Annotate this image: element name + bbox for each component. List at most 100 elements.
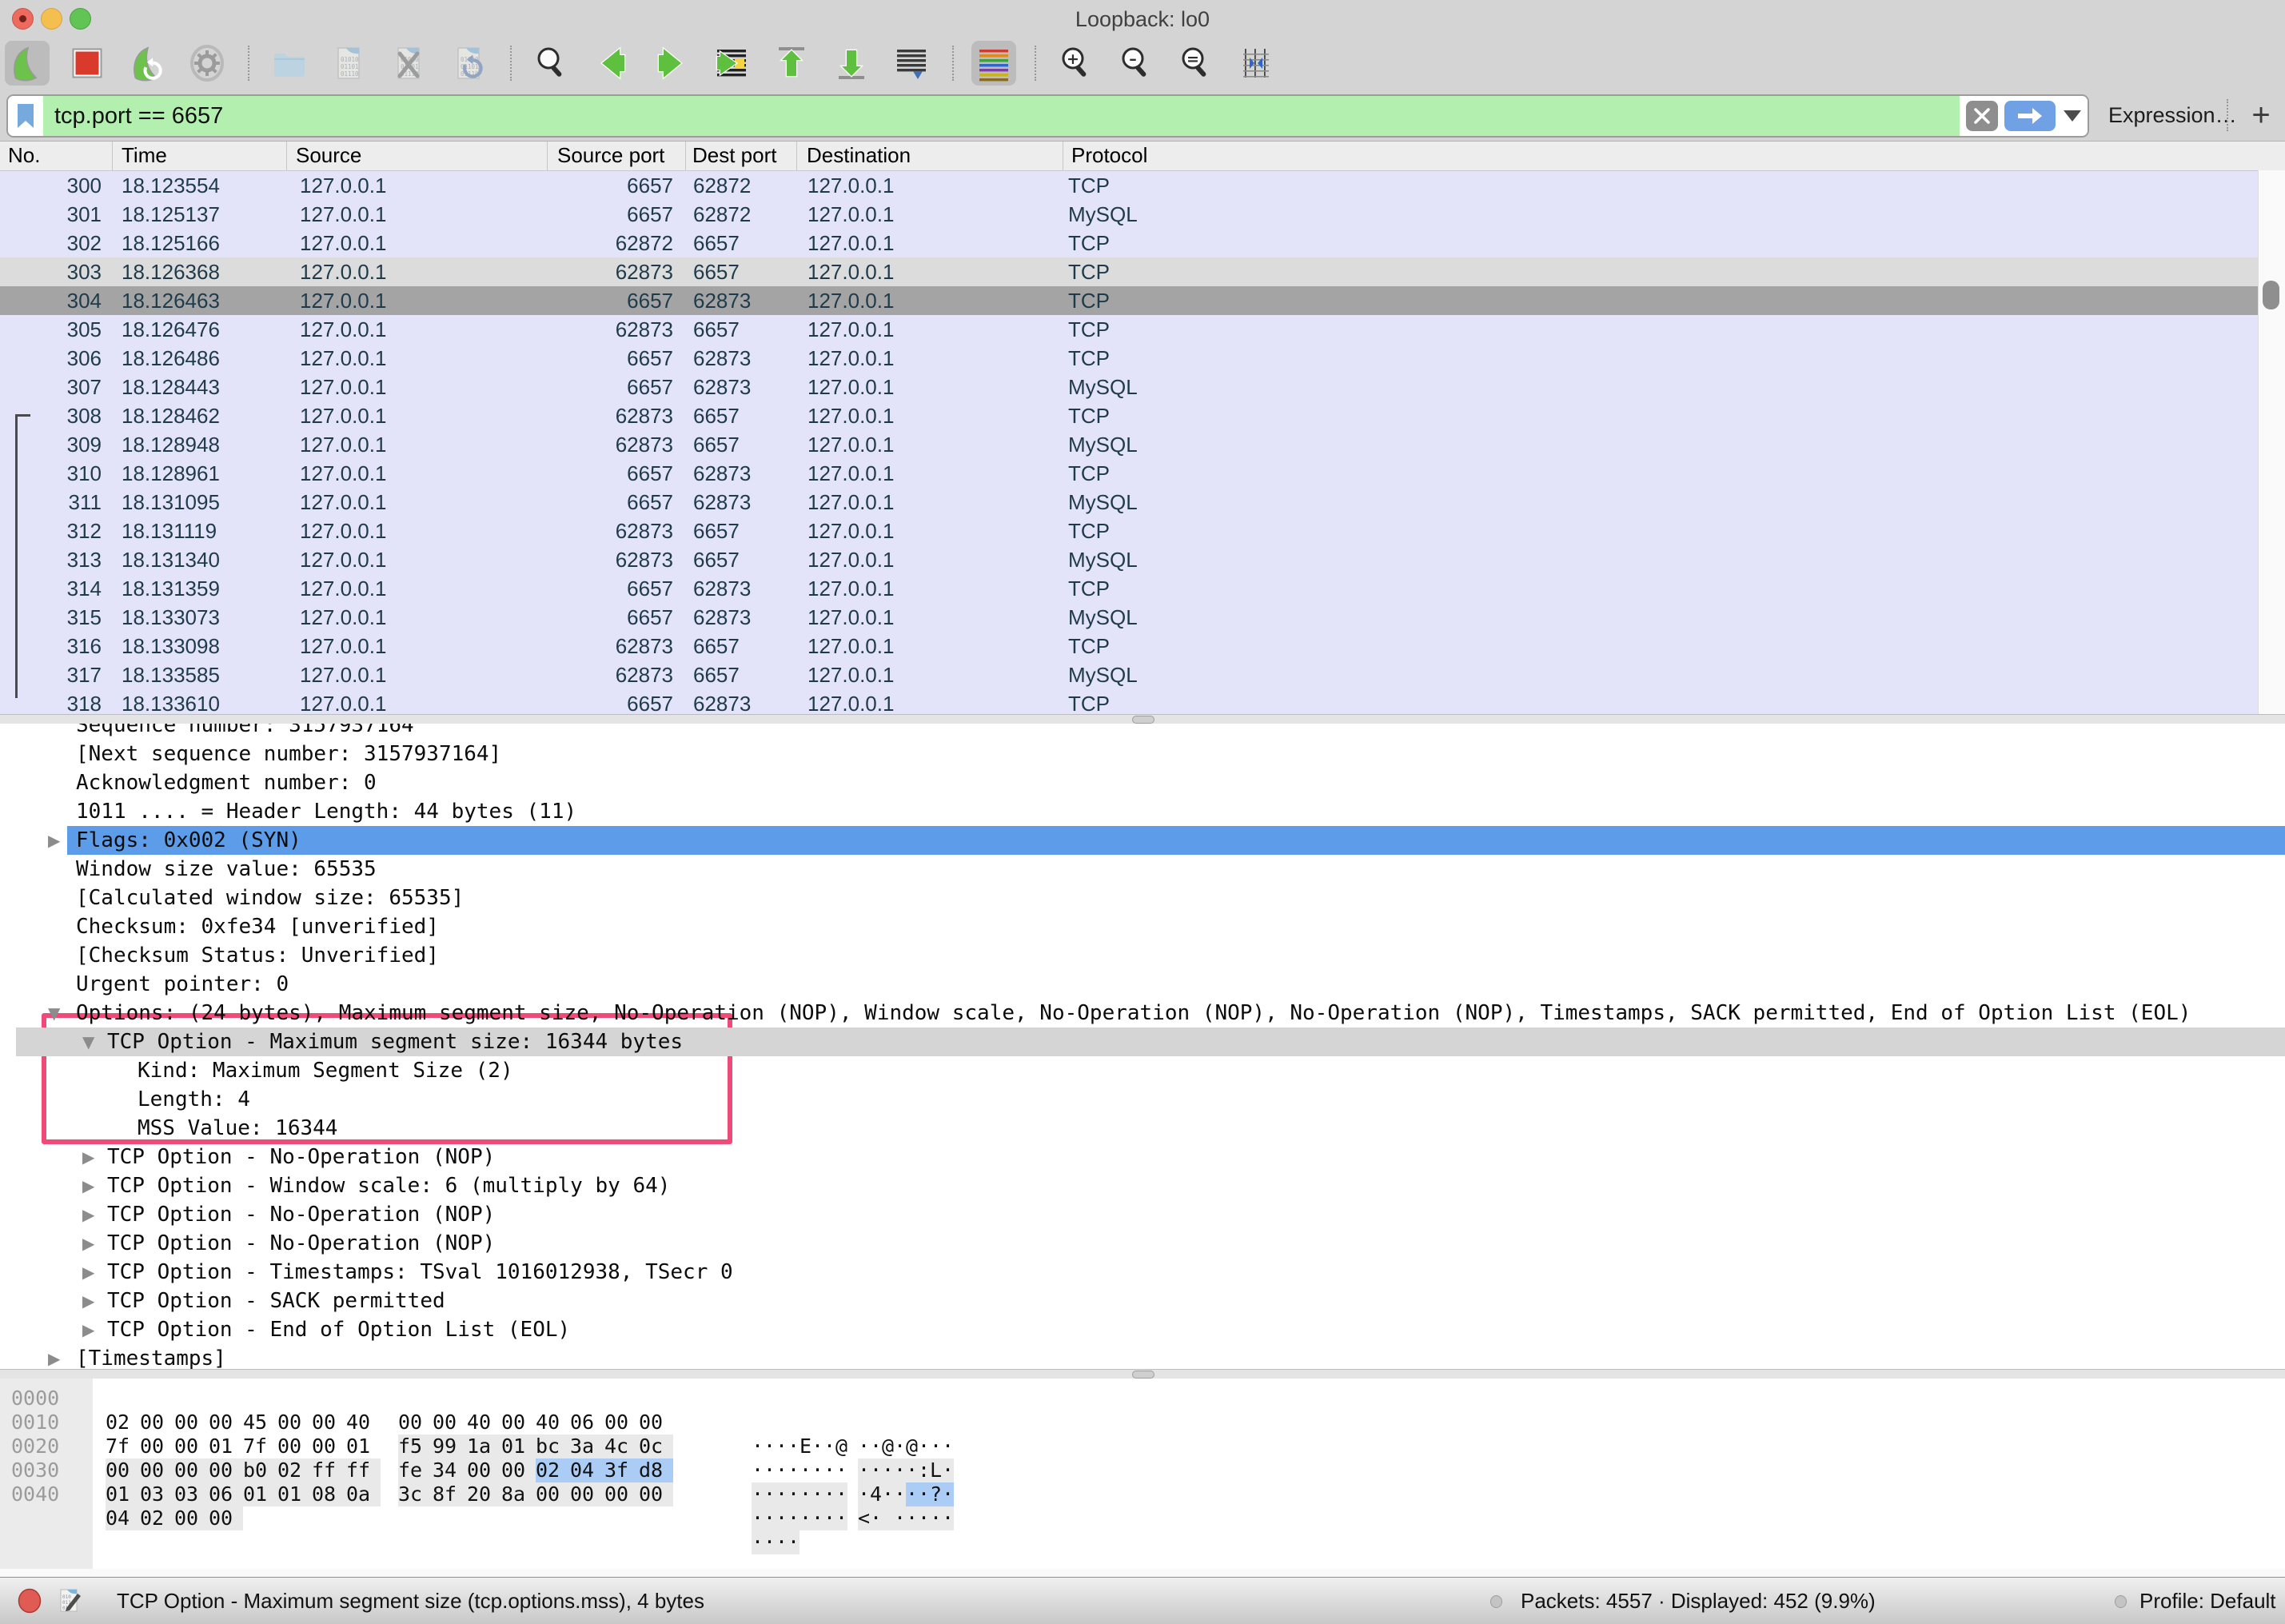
packet-row-309[interactable]: 30918.128948127.0.0.1 628736657127.0.0.1…: [0, 430, 2285, 459]
display-filter-field[interactable]: tcp.port == 6657: [6, 94, 2089, 138]
restart-capture-icon[interactable]: [125, 41, 169, 86]
status-grip-icon[interactable]: [2115, 1595, 2127, 1608]
scrollbar-thumb[interactable]: [2263, 281, 2279, 309]
detail-line[interactable]: Acknowledgment number: 0: [0, 768, 2285, 797]
hex-row-0030[interactable]: 0030 010303060101080a3c8f208a00000000 ··…: [0, 1458, 2285, 1482]
status-grip-icon[interactable]: [1490, 1595, 1502, 1608]
zoom-100-icon[interactable]: =: [1174, 41, 1218, 86]
expand-triangle-icon[interactable]: ▶: [82, 1200, 94, 1229]
packet-row-304[interactable]: 30418.126463127.0.0.1 665762873127.0.0.1…: [0, 286, 2285, 315]
column-header-destination[interactable]: Destination: [797, 142, 1063, 170]
hex-ascii[interactable]: ····: [752, 1530, 800, 1554]
column-header-protocol[interactable]: Protocol: [1063, 142, 2285, 170]
expand-triangle-icon[interactable]: ▶: [82, 1258, 94, 1287]
hex-row-0020[interactable]: 0020 00000000b002fffffe34000002043fd8 ··…: [0, 1434, 2285, 1458]
expand-triangle-icon[interactable]: ▶: [48, 826, 60, 855]
packet-list-scrollbar[interactable]: [2258, 170, 2285, 715]
auto-scroll-icon[interactable]: [889, 41, 934, 86]
bookmark-icon[interactable]: [8, 96, 43, 136]
detail-line[interactable]: [Checksum Status: Unverified]: [0, 941, 2285, 970]
capture-options-icon[interactable]: [185, 41, 229, 86]
hex-row-0000[interactable]: 0000 02000000450000400000400040060000 ··…: [0, 1387, 2285, 1411]
expand-triangle-icon[interactable]: ▶: [82, 1171, 94, 1200]
packet-row-317[interactable]: 31718.133585127.0.0.1 628736657127.0.0.1…: [0, 660, 2285, 689]
colorize-icon[interactable]: [971, 41, 1016, 86]
stop-capture-icon[interactable]: [65, 41, 110, 86]
clear-filter-icon[interactable]: [1966, 101, 1998, 131]
packet-row-310[interactable]: 31018.128961127.0.0.1 665762873127.0.0.1…: [0, 459, 2285, 488]
filter-input[interactable]: tcp.port == 6657: [43, 96, 1960, 136]
detail-line[interactable]: Sequence number: 3157937164: [0, 724, 2285, 740]
expand-triangle-icon[interactable]: ▶: [82, 1315, 94, 1344]
hex-bytes[interactable]: 04020000: [106, 1506, 243, 1530]
detail-line[interactable]: Kind: Maximum Segment Size (2): [0, 1056, 2285, 1085]
apply-filter-icon[interactable]: [2004, 101, 2056, 131]
start-capture-icon[interactable]: [5, 41, 50, 86]
detail-line[interactable]: Urgent pointer: 0: [0, 970, 2285, 999]
packet-row-315[interactable]: 31518.133073127.0.0.1 665762873127.0.0.1…: [0, 603, 2285, 632]
column-header-no-[interactable]: No.: [0, 142, 113, 170]
detail-line[interactable]: MSS Value: 16344: [0, 1114, 2285, 1143]
filter-history-dropdown[interactable]: [2064, 110, 2081, 122]
packet-list-header[interactable]: No.TimeSourceSource portDest portDestina…: [0, 142, 2285, 171]
reload-file-icon[interactable]: 01010 01101 01110: [447, 41, 492, 86]
go-first-icon[interactable]: [769, 41, 814, 86]
column-header-source[interactable]: Source: [287, 142, 548, 170]
detail-line[interactable]: ▶TCP Option - End of Option List (EOL): [0, 1315, 2285, 1344]
column-header-source-port[interactable]: Source port: [548, 142, 686, 170]
hex-ascii[interactable]: ········<· ·····: [752, 1506, 954, 1530]
close-file-icon[interactable]: 01010 01101 01110: [387, 41, 432, 86]
detail-line[interactable]: ▶TCP Option - Timestamps: TSval 10160129…: [0, 1258, 2285, 1287]
add-filter-button[interactable]: +: [2243, 90, 2279, 141]
zoom-out-icon[interactable]: –: [1114, 41, 1158, 86]
detail-line[interactable]: 1011 .... = Header Length: 44 bytes (11): [0, 797, 2285, 826]
expand-triangle-icon[interactable]: ▶: [82, 1287, 94, 1315]
detail-line[interactable]: ▶[Timestamps]: [0, 1344, 2285, 1369]
save-file-icon[interactable]: 01010 01101 01110: [327, 41, 372, 86]
expression-button[interactable]: Expression…: [2108, 90, 2237, 141]
splitter-grip-icon[interactable]: [1132, 716, 1154, 724]
detail-line[interactable]: ▼Options: (24 bytes), Maximum segment si…: [0, 999, 2285, 1027]
packet-row-307[interactable]: 30718.128443127.0.0.1 665762873127.0.0.1…: [0, 373, 2285, 401]
packet-row-312[interactable]: 31218.131119127.0.0.1 628736657127.0.0.1…: [0, 517, 2285, 545]
detail-line[interactable]: ▶Flags: 0x002 (SYN): [0, 826, 2285, 855]
capture-comment-icon[interactable]: 010 011 011: [56, 1586, 85, 1615]
detail-line[interactable]: ▶TCP Option - No-Operation (NOP): [0, 1229, 2285, 1258]
find-packet-icon[interactable]: [529, 41, 574, 86]
detail-line[interactable]: Length: 4: [0, 1085, 2285, 1114]
packet-row-300[interactable]: 30018.123554127.0.0.1 665762872127.0.0.1…: [0, 171, 2285, 200]
packet-row-301[interactable]: 30118.125137127.0.0.1 665762872127.0.0.1…: [0, 200, 2285, 229]
packet-row-314[interactable]: 31418.131359127.0.0.1 665762873127.0.0.1…: [0, 574, 2285, 603]
resize-columns-icon[interactable]: [1234, 41, 1278, 86]
packet-row-318[interactable]: 31818.133610127.0.0.1 665762873127.0.0.1…: [0, 689, 2285, 715]
detail-line[interactable]: ▶TCP Option - SACK permitted: [0, 1287, 2285, 1315]
expert-info-icon[interactable]: [18, 1588, 42, 1614]
packet-row-303[interactable]: 30318.126368127.0.0.1 628736657127.0.0.1…: [0, 257, 2285, 286]
splitter-grip-icon[interactable]: [1132, 1371, 1154, 1379]
packet-row-302[interactable]: 30218.125166127.0.0.1 628726657127.0.0.1…: [0, 229, 2285, 257]
detail-line[interactable]: [Next sequence number: 3157937164]: [0, 740, 2285, 768]
detail-line[interactable]: ▼TCP Option - Maximum segment size: 1634…: [0, 1027, 2285, 1056]
packet-row-313[interactable]: 31318.131340127.0.0.1 628736657127.0.0.1…: [0, 545, 2285, 574]
hex-row-0010[interactable]: 0010 7f0000017f000001f5991a01bc3a4c0c ··…: [0, 1411, 2285, 1434]
column-header-time[interactable]: Time: [113, 142, 287, 170]
go-last-icon[interactable]: [829, 41, 874, 86]
go-to-packet-icon[interactable]: [709, 41, 754, 86]
hex-row-0040[interactable]: 0040 04020000 ····: [0, 1482, 2285, 1506]
go-forward-icon[interactable]: [649, 41, 694, 86]
collapse-triangle-icon[interactable]: ▼: [82, 1027, 94, 1056]
open-file-icon[interactable]: [267, 41, 312, 86]
packet-row-308[interactable]: 30818.128462127.0.0.1 628736657127.0.0.1…: [0, 401, 2285, 430]
column-header-dest-port[interactable]: Dest port: [686, 142, 797, 170]
detail-line[interactable]: ▶TCP Option - No-Operation (NOP): [0, 1143, 2285, 1171]
zoom-in-icon[interactable]: +: [1054, 41, 1099, 86]
detail-line[interactable]: ▶TCP Option - No-Operation (NOP): [0, 1200, 2285, 1229]
detail-line[interactable]: Window size value: 65535: [0, 855, 2285, 884]
packet-row-316[interactable]: 31618.133098127.0.0.1 628736657127.0.0.1…: [0, 632, 2285, 660]
expand-triangle-icon[interactable]: ▶: [82, 1229, 94, 1258]
packet-row-306[interactable]: 30618.126486127.0.0.1 665762873127.0.0.1…: [0, 344, 2285, 373]
packet-row-311[interactable]: 31118.131095127.0.0.1 665762873127.0.0.1…: [0, 488, 2285, 517]
detail-line[interactable]: ▶TCP Option - Window scale: 6 (multiply …: [0, 1171, 2285, 1200]
detail-line[interactable]: [Calculated window size: 65535]: [0, 884, 2285, 912]
packet-row-305[interactable]: 30518.126476127.0.0.1 628736657127.0.0.1…: [0, 315, 2285, 344]
